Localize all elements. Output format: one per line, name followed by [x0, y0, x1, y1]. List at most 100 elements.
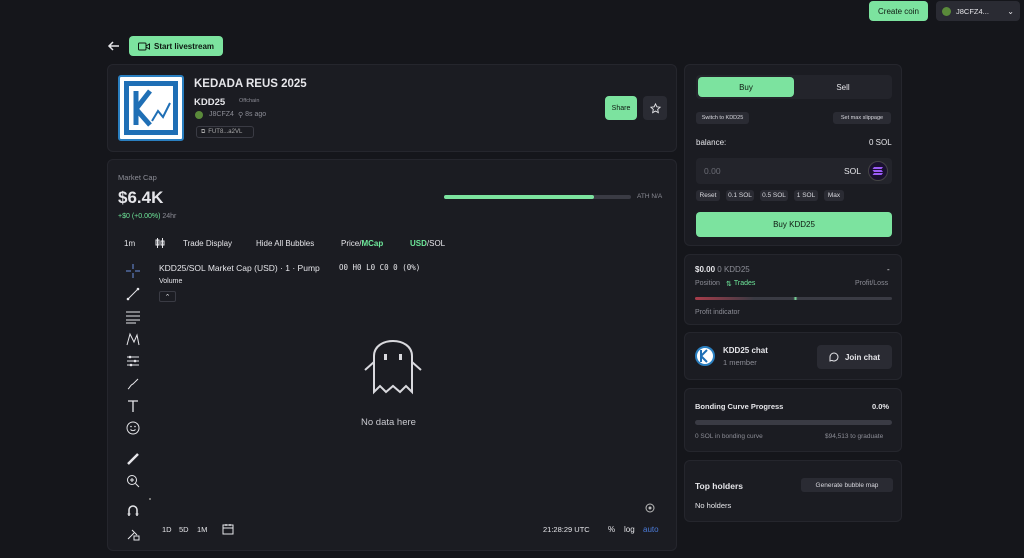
pnl-label: Profit/Loss: [855, 280, 889, 287]
candles-icon[interactable]: [155, 237, 165, 249]
wallet-address: J8CFZ4...: [956, 6, 989, 16]
chevron-down-icon: ⌄: [1007, 6, 1014, 16]
top-holders-card: Top holders Generate bubble map No holde…: [684, 460, 902, 522]
usd-sol-toggle[interactable]: USD/SOL: [410, 239, 445, 248]
ruler-icon[interactable]: [124, 450, 142, 468]
bonding-curve-card: Bonding Curve Progress 0.0% 0 SOL in bon…: [684, 388, 902, 452]
brush-icon[interactable]: [124, 375, 142, 393]
buy-token-button[interactable]: Buy KDD25: [696, 212, 892, 237]
trade-display-toggle[interactable]: Trade Display: [183, 239, 232, 248]
magnet-icon[interactable]: [124, 502, 142, 520]
ath-progress-track: [444, 195, 631, 199]
solana-icon: [868, 161, 888, 181]
zoom-in-icon[interactable]: [124, 472, 142, 490]
ath-progress-fill: [444, 195, 594, 199]
chat-members: 1 member: [723, 358, 757, 367]
holders-empty: No holders: [695, 501, 732, 510]
position-label: Position: [695, 280, 720, 287]
hide-bubbles-toggle[interactable]: Hide All Bubbles: [256, 239, 314, 248]
target-icon[interactable]: [645, 503, 655, 513]
favorite-star-button[interactable]: [643, 96, 667, 120]
holders-title: Top holders: [695, 481, 744, 491]
position-dash: -: [887, 265, 890, 274]
ghost-icon: [360, 326, 426, 398]
forecast-icon[interactable]: [124, 352, 142, 370]
token-ticker: KDD25: [194, 97, 226, 108]
start-livestream-button[interactable]: Start livestream: [129, 36, 223, 56]
profit-indicator-bar: [695, 297, 892, 300]
calendar-icon[interactable]: [222, 523, 234, 535]
quick-0-1-sol[interactable]: 0.1 SOL: [726, 190, 754, 201]
creator-address[interactable]: J8CFZ4: [209, 111, 234, 118]
chat-card: KDD25 chat 1 member Join chat: [684, 332, 902, 380]
interval-selector[interactable]: 1m: [124, 239, 135, 248]
bonding-to-graduate: $94,513 to graduate: [825, 433, 884, 440]
quick-0-5-sol[interactable]: 0.5 SOL: [760, 190, 788, 201]
amount-input[interactable]: 0.00: [704, 166, 721, 176]
crosshair-icon[interactable]: [124, 262, 142, 280]
chart-card: Market Cap $6.4K +$0 (+0.00%) 24hr ATH N…: [107, 159, 677, 551]
volume-collapse-button[interactable]: ⌃: [159, 291, 176, 302]
wallet-button[interactable]: J8CFZ4... ⌄: [936, 1, 1020, 21]
market-cap-value: $6.4K: [118, 188, 164, 207]
empty-chart-text: No data here: [361, 417, 416, 428]
position-value: $0.00 0 KDD25: [695, 265, 750, 274]
quick-reset[interactable]: Reset: [696, 190, 720, 201]
bonding-title: Bonding Curve Progress: [695, 402, 784, 411]
max-slippage-button[interactable]: Set max slippage: [833, 112, 891, 124]
balance-value: 0 SOL: [869, 138, 892, 147]
balance-label: balance:: [696, 138, 727, 147]
sell-tab[interactable]: Sell: [795, 77, 891, 97]
quick-max[interactable]: Max: [824, 190, 844, 201]
range-1m[interactable]: 1M: [197, 525, 207, 534]
price-mcap-toggle[interactable]: Price/MCap: [341, 239, 383, 248]
currency-label: SOL: [844, 166, 862, 176]
star-icon: [649, 102, 661, 114]
trade-card: Buy Sell Switch to KDD25 Set max slippag…: [684, 64, 902, 246]
amount-field[interactable]: 0.00 SOL: [696, 158, 892, 184]
emoji-icon[interactable]: [124, 419, 142, 437]
bonding-in-curve: 0 SOL in bonding curve: [695, 433, 763, 440]
volume-label: Volume: [159, 278, 183, 285]
ath-label: ATH N/A: [637, 193, 663, 200]
pattern-icon[interactable]: [124, 330, 142, 348]
contract-address-chip[interactable]: ⧉ FUT8...a2VL: [196, 126, 254, 138]
bonding-percent: 0.0%: [872, 402, 890, 411]
chat-title: KDD25 chat: [723, 346, 768, 355]
text-icon[interactable]: [124, 397, 142, 415]
fib-lines-icon[interactable]: [124, 308, 142, 326]
pill-icon: ⚲: [238, 112, 244, 119]
token-header-card: KEDADA REUS 2025 KDD25 Offchain J8CFZ4 ⚲…: [107, 64, 677, 152]
profit-indicator-label: Profit indicator: [695, 309, 740, 316]
bonding-progress-track: [695, 420, 892, 425]
trend-line-icon[interactable]: [124, 285, 142, 303]
lock-drawings-icon[interactable]: [124, 525, 142, 543]
quick-1-sol[interactable]: 1 SOL: [794, 190, 818, 201]
log-scale-button[interactable]: log: [624, 525, 635, 534]
join-chat-button[interactable]: Join chat: [817, 345, 892, 369]
chain-tag: Offchain: [239, 98, 260, 104]
bubble-map-button[interactable]: Generate bubble map: [801, 478, 893, 492]
creator-avatar: [195, 111, 203, 119]
wallet-avatar: [942, 6, 951, 16]
chat-bubble-icon: [829, 352, 839, 362]
trades-icon: ⇅: [726, 281, 732, 288]
range-5d[interactable]: 5D: [179, 525, 189, 534]
share-button[interactable]: Share: [605, 96, 637, 120]
buy-tab[interactable]: Buy: [698, 77, 794, 97]
scale-dot: [149, 498, 151, 500]
chart-title: KDD25/SOL Market Cap (USD) · 1 · Pump: [159, 263, 320, 273]
auto-scale-button[interactable]: auto: [643, 525, 659, 534]
trades-link[interactable]: ⇅ Trades: [726, 280, 755, 288]
creation-age: ⚲ 8s ago: [238, 111, 267, 119]
video-icon: [137, 42, 150, 51]
position-card: $0.00 0 KDD25 - Position ⇅ Trades Profit/…: [684, 254, 902, 325]
back-arrow-icon[interactable]: [106, 38, 122, 54]
create-coin-button[interactable]: Create coin: [869, 1, 928, 21]
chart-ohlc: O0 H0 L0 C0 0 (0%): [339, 263, 421, 272]
switch-token-button[interactable]: Switch to KDD25: [696, 112, 749, 124]
range-1d[interactable]: 1D: [162, 525, 172, 534]
token-logo: [118, 75, 184, 141]
percent-scale-button[interactable]: %: [608, 525, 615, 534]
market-cap-label: Market Cap: [118, 173, 157, 182]
